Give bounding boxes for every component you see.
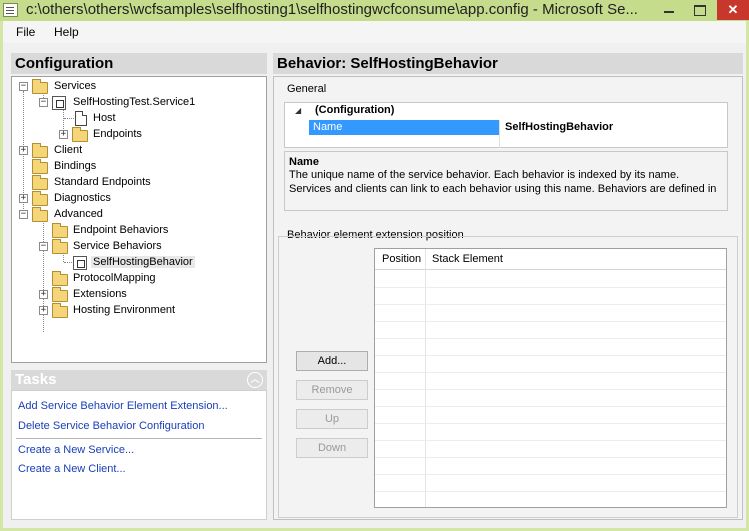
property-category[interactable]: ◢ (Configuration) <box>285 103 727 120</box>
tree-item-selfhostingbehavior[interactable]: SelfHostingBehavior <box>91 256 195 268</box>
folder-icon <box>32 175 48 190</box>
tasks-divider <box>16 438 262 439</box>
delete-behavior-link[interactable]: Delete Service Behavior Configuration <box>18 420 205 432</box>
folder-icon <box>52 271 68 286</box>
grid-row-line <box>375 474 726 475</box>
extension-position-group: Add... Remove Up Down Position Stack Ele… <box>278 236 738 518</box>
description-title: Name <box>289 156 319 168</box>
tree-item-endpoint-behaviors[interactable]: Endpoint Behaviors <box>73 224 168 236</box>
folder-icon <box>32 79 48 94</box>
endpoints-expander[interactable]: + <box>59 130 68 139</box>
maximize-button[interactable] <box>686 0 714 19</box>
column-position[interactable]: Position <box>382 253 421 265</box>
category-label: (Configuration) <box>315 104 395 116</box>
main-window: File Help Configuration − Services − Sel… <box>3 21 746 528</box>
remove-button[interactable]: Remove <box>296 380 368 400</box>
extensions-expander[interactable]: + <box>39 290 48 299</box>
property-name-cell[interactable]: Name <box>309 120 499 135</box>
close-button[interactable]: ✕ <box>717 0 749 20</box>
property-value-cell[interactable]: SelfHostingBehavior <box>501 120 727 135</box>
tree-connector <box>63 253 64 262</box>
tree-connector <box>43 220 44 332</box>
host-icon <box>75 111 87 126</box>
behavior-panel: General ◢ (Configuration) Name SelfHosti… <box>273 76 743 520</box>
general-label: General <box>287 83 327 95</box>
tree-item-service1[interactable]: SelfHostingTest.Service1 <box>73 96 195 108</box>
folder-icon <box>52 239 68 254</box>
grid-row-line <box>375 304 726 305</box>
client-expander[interactable]: + <box>19 146 28 155</box>
create-client-link[interactable]: Create a New Client... <box>18 463 126 475</box>
tree-item-standard-endpoints[interactable]: Standard Endpoints <box>54 176 151 188</box>
tree-item-protocolmapping[interactable]: ProtocolMapping <box>73 272 156 284</box>
column-stack-element[interactable]: Stack Element <box>432 253 503 265</box>
tasks-title: Tasks <box>15 371 57 388</box>
add-extension-link[interactable]: Add Service Behavior Element Extension..… <box>18 400 228 412</box>
tree-item-client[interactable]: Client <box>54 144 82 156</box>
behavior-icon <box>73 256 87 270</box>
description-text: The unique name of the service behavior.… <box>289 169 717 195</box>
grid-row-line <box>375 423 726 424</box>
tree-item-host[interactable]: Host <box>93 112 116 124</box>
folder-icon <box>32 159 48 174</box>
configuration-tree[interactable]: − Services − SelfHostingTest.Service1 Ho… <box>11 76 267 363</box>
grid-row-line <box>375 440 726 441</box>
service-behaviors-expander[interactable]: − <box>39 242 48 251</box>
window-title: c:\others\others\wcfsamples\selfhosting1… <box>26 1 638 18</box>
tree-connector <box>64 118 74 119</box>
folder-icon <box>72 127 88 142</box>
down-button[interactable]: Down <box>296 438 368 458</box>
tree-item-endpoints[interactable]: Endpoints <box>93 128 142 140</box>
service-icon <box>52 96 66 110</box>
grid-row-line <box>375 287 726 288</box>
grid-row-line <box>375 338 726 339</box>
chevron-up-icon[interactable]: ︿ <box>247 372 263 388</box>
tree-item-advanced[interactable]: Advanced <box>54 208 103 220</box>
grid-row-line <box>375 389 726 390</box>
tree-item-diagnostics[interactable]: Diagnostics <box>54 192 111 204</box>
folder-icon <box>32 191 48 206</box>
folder-icon <box>52 223 68 238</box>
tree-connector <box>64 262 72 263</box>
services-expander[interactable]: − <box>19 82 28 91</box>
grid-row-line <box>375 491 726 492</box>
grid-row-line <box>375 321 726 322</box>
grid-row-line <box>375 406 726 407</box>
menu-help[interactable]: Help <box>54 25 79 39</box>
grid-row-line <box>375 355 726 356</box>
tree-item-extensions[interactable]: Extensions <box>73 288 127 300</box>
tree-item-hosting-environment[interactable]: Hosting Environment <box>73 304 175 316</box>
tree-item-services[interactable]: Services <box>54 80 96 92</box>
minimize-button[interactable] <box>655 0 683 19</box>
folder-icon <box>32 207 48 222</box>
grid-row-line <box>375 372 726 373</box>
stack-element-grid[interactable]: Position Stack Element <box>374 248 727 508</box>
add-button[interactable]: Add... <box>296 351 368 371</box>
tasks-panel: Add Service Behavior Element Extension..… <box>11 390 267 520</box>
tree-item-service-behaviors[interactable]: Service Behaviors <box>73 240 162 252</box>
property-grid[interactable]: ◢ (Configuration) Name SelfHostingBehavi… <box>284 102 728 148</box>
service1-expander[interactable]: − <box>39 98 48 107</box>
folder-icon <box>52 303 68 318</box>
folder-icon <box>32 143 48 158</box>
menu-file[interactable]: File <box>16 25 35 39</box>
behavior-header: Behavior: SelfHostingBehavior <box>273 53 743 74</box>
menu-bar: File Help <box>3 21 746 43</box>
property-description: Name The unique name of the service beha… <box>284 151 728 211</box>
collapse-arrow-icon[interactable]: ◢ <box>295 106 301 115</box>
title-bar: c:\others\others\wcfsamples\selfhosting1… <box>0 0 749 21</box>
up-button[interactable]: Up <box>296 409 368 429</box>
configuration-header: Configuration <box>11 53 267 74</box>
folder-icon <box>52 287 68 302</box>
tasks-header: Tasks ︿ <box>11 370 267 390</box>
create-service-link[interactable]: Create a New Service... <box>18 444 134 456</box>
app-icon <box>3 3 18 17</box>
grid-header: Position Stack Element <box>375 249 726 270</box>
property-divider <box>499 120 500 148</box>
diagnostics-expander[interactable]: + <box>19 194 28 203</box>
tree-item-bindings[interactable]: Bindings <box>54 160 96 172</box>
grid-row-line <box>375 457 726 458</box>
advanced-expander[interactable]: − <box>19 210 28 219</box>
hosting-environment-expander[interactable]: + <box>39 306 48 315</box>
